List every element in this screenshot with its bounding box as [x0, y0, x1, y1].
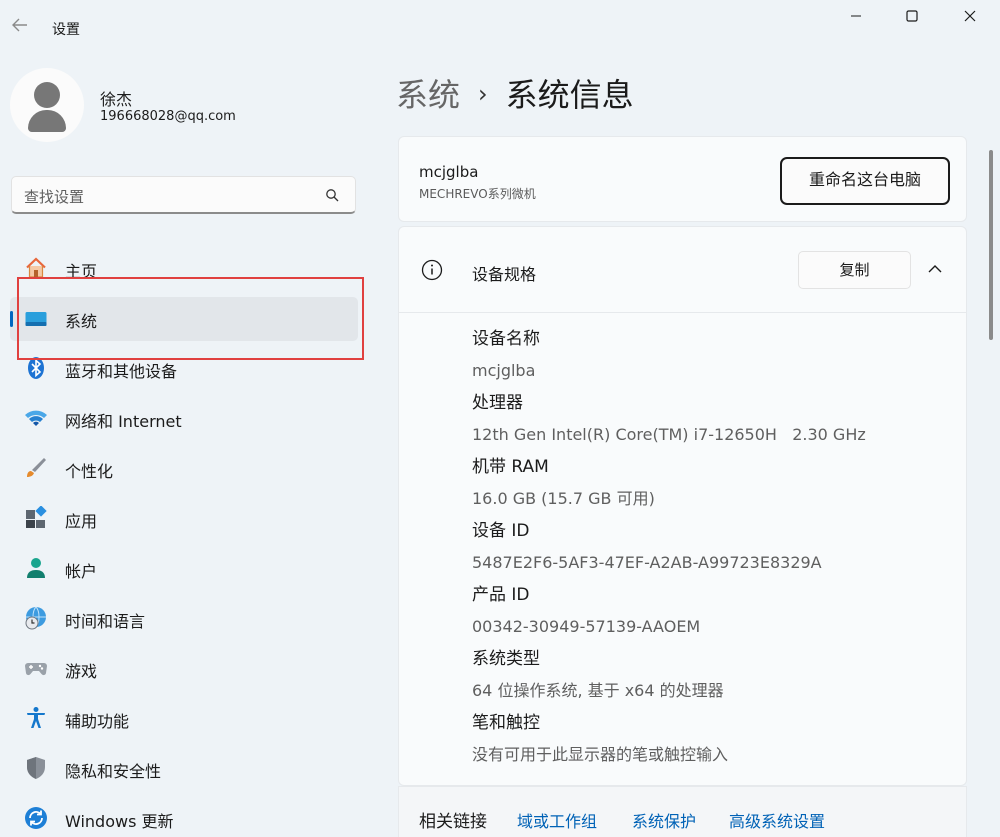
sidebar-item-label: Windows 更新	[65, 812, 174, 831]
sidebar-item-label: 应用	[65, 512, 98, 531]
spec-value: mcjglba	[472, 361, 536, 380]
sidebar-item-privacy[interactable]: 隐私和安全性	[10, 744, 358, 794]
gamepad-icon	[25, 663, 47, 676]
system-protection-link[interactable]: 系统保护	[632, 808, 696, 832]
spec-value: 00342-30949-57139-AAOEM	[472, 617, 701, 636]
page-title: 系统信息	[505, 76, 634, 114]
advanced-system-settings-link[interactable]: 高级系统设置	[729, 808, 825, 832]
chevron-up-icon[interactable]	[927, 261, 943, 277]
sidebar-item-label: 隐私和安全性	[65, 762, 162, 781]
device-specs-list: 设备名称 mcjglba 处理器 12th Gen Intel(R) Core(…	[472, 323, 952, 771]
sidebar-item-label: 蓝牙和其他设备	[65, 362, 178, 381]
pc-name: mcjglba	[419, 163, 479, 181]
sidebar-item-apps[interactable]: 应用	[10, 494, 358, 544]
search-input[interactable]: 查找设置	[11, 176, 356, 214]
user-name: 徐杰	[100, 90, 133, 109]
breadcrumb-separator: ›	[478, 80, 488, 108]
device-specs-card: 设备规格 复制 设备名称 mcjglba 处理器 12th Gen Intel(…	[398, 226, 967, 786]
scrollbar-thumb[interactable]	[989, 150, 993, 340]
device-specs-title: 设备规格	[472, 265, 537, 284]
user-email: 196668028@qq.com	[100, 109, 236, 124]
spec-value: 没有可用于此显示器的笔或触控输入	[472, 745, 729, 764]
title-bar: 设置	[0, 0, 1000, 56]
sidebar-item-label: 游戏	[65, 662, 98, 681]
pc-name-card: mcjglba MECHREVO系列微机 重命名这台电脑	[398, 136, 967, 222]
arrow-left-icon[interactable]	[8, 16, 32, 40]
sidebar-item-label: 辅助功能	[65, 712, 130, 731]
globe-clock-icon	[25, 606, 46, 630]
spec-value: 64 位操作系统, 基于 x64 的处理器	[472, 681, 724, 700]
sidebar-item-time-language[interactable]: 时间和语言	[10, 594, 358, 644]
minimize-icon[interactable]	[836, 6, 876, 30]
account-icon	[27, 558, 45, 578]
accessibility-icon	[27, 707, 45, 728]
spec-value: 5487E2F6-5AF3-47EF-A2AB-A99723E8329A	[472, 553, 822, 572]
sidebar-item-gaming[interactable]: 游戏	[10, 644, 358, 694]
sidebar-item-label: 时间和语言	[65, 612, 146, 631]
sidebar-item-accessibility[interactable]: 辅助功能	[10, 694, 358, 744]
apps-icon	[26, 506, 47, 528]
maximize-icon[interactable]	[892, 6, 932, 30]
search-placeholder: 查找设置	[24, 188, 85, 206]
domain-workgroup-link[interactable]: 域或工作组	[517, 808, 597, 832]
sidebar-item-label: 个性化	[65, 462, 114, 481]
wifi-icon	[25, 410, 47, 426]
spec-label: 笔和触控	[472, 713, 540, 733]
rename-pc-button[interactable]: 重命名这台电脑	[780, 157, 950, 205]
related-links-bar: 相关链接 域或工作组 系统保护 高级系统设置	[398, 786, 967, 837]
sidebar-item-windows-update[interactable]: Windows 更新	[10, 794, 358, 837]
spec-label: 机带 RAM	[472, 457, 549, 477]
avatar	[10, 68, 84, 142]
spec-label: 产品 ID	[472, 585, 530, 605]
spec-value: 12th Gen Intel(R) Core(TM) i7-12650H 2.3…	[472, 425, 866, 444]
sidebar-item-personalization[interactable]: 个性化	[10, 444, 358, 494]
spec-label: 设备名称	[472, 329, 540, 349]
active-indicator	[10, 311, 13, 327]
breadcrumb: 系统 › 系统信息	[396, 70, 634, 116]
breadcrumb-parent[interactable]: 系统	[396, 76, 460, 114]
sidebar-item-label: 帐户	[65, 562, 98, 581]
info-icon	[421, 259, 443, 281]
update-icon	[25, 807, 47, 829]
shield-icon	[27, 757, 45, 779]
spec-label: 设备 ID	[472, 521, 530, 541]
spec-label: 系统类型	[472, 649, 540, 669]
sidebar-item-accounts[interactable]: 帐户	[10, 544, 358, 594]
copy-button[interactable]: 复制	[798, 251, 911, 289]
sidebar-item-label: 网络和 Internet	[65, 412, 182, 431]
paintbrush-icon	[27, 458, 46, 477]
spec-label: 处理器	[472, 393, 523, 413]
search-icon	[326, 189, 339, 202]
app-title: 设置	[52, 22, 80, 38]
related-links-label: 相关链接	[419, 812, 487, 832]
close-icon[interactable]	[950, 6, 990, 30]
device-specs-header[interactable]: 设备规格 复制	[399, 227, 966, 313]
spec-value: 16.0 GB (15.7 GB 可用)	[472, 489, 655, 508]
pc-model: MECHREVO系列微机	[419, 187, 536, 201]
user-profile[interactable]: 徐杰 196668028@qq.com	[10, 68, 370, 144]
highlight-box-system	[17, 277, 364, 360]
sidebar-item-network[interactable]: 网络和 Internet	[10, 394, 358, 444]
